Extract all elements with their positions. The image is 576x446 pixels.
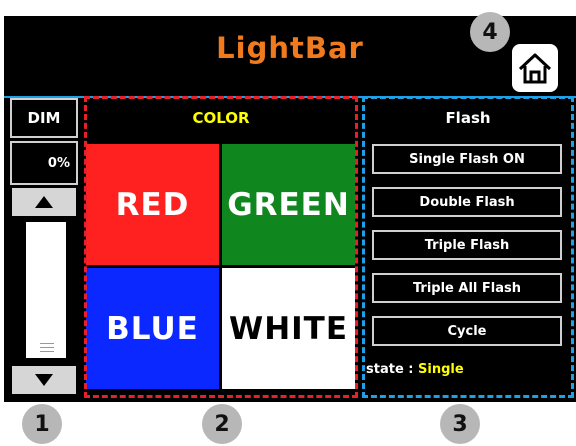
state-value: Single [418, 362, 464, 377]
marker-1: 1 [22, 404, 62, 444]
color-green-button[interactable]: GREEN [222, 144, 355, 265]
triple-all-flash-button[interactable]: Triple All Flash [372, 273, 562, 303]
dim-down-button[interactable] [12, 366, 76, 394]
state-readout: state : Single [366, 362, 464, 377]
dim-value: 0% [10, 141, 78, 185]
double-flash-button[interactable]: Double Flash [372, 187, 562, 217]
color-header: COLOR [192, 109, 250, 127]
dim-up-button[interactable] [12, 188, 76, 216]
color-blue-button[interactable]: BLUE [86, 268, 219, 389]
dim-slider[interactable] [26, 222, 66, 358]
flash-header: Flash [445, 109, 491, 127]
marker-3: 3 [440, 404, 480, 444]
home-button[interactable] [512, 44, 558, 92]
cycle-button[interactable]: Cycle [372, 316, 562, 346]
color-white-button[interactable]: WHITE [222, 268, 355, 389]
home-icon [518, 53, 552, 84]
triangle-down-icon [35, 374, 53, 386]
state-label: state : [366, 362, 419, 377]
color-red-button[interactable]: RED [86, 144, 219, 265]
triple-flash-button[interactable]: Triple Flash [372, 230, 562, 260]
dim-header: DIM [10, 98, 78, 138]
single-flash-button[interactable]: Single Flash ON [372, 144, 562, 174]
header-divider [4, 96, 576, 98]
marker-2: 2 [202, 404, 242, 444]
page-title: LightBar [216, 31, 364, 65]
marker-4: 4 [470, 12, 510, 52]
triangle-up-icon [35, 196, 53, 208]
dim-slider-handle[interactable] [40, 343, 54, 353]
